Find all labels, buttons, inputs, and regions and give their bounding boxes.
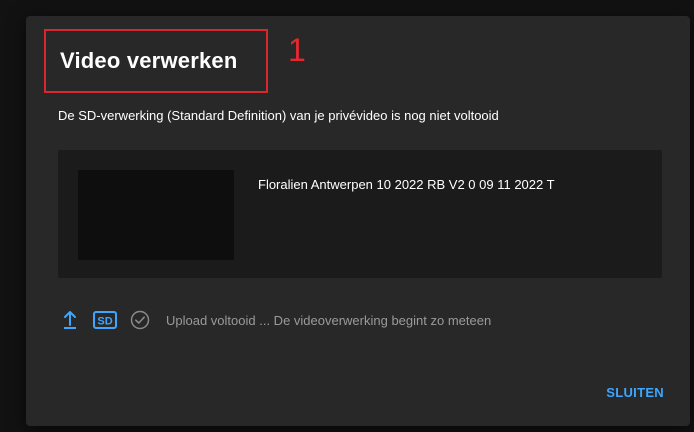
title-highlight-box: Video verwerken <box>44 29 268 93</box>
video-title: Floralien Antwerpen 10 2022 RB V2 0 09 1… <box>258 177 555 192</box>
sd-quality-icon: SD <box>93 311 117 329</box>
video-thumbnail <box>78 170 234 260</box>
processing-dialog: Video verwerken 1 De SD-verwerking (Stan… <box>26 16 690 426</box>
processing-message: De SD-verwerking (Standard Definition) v… <box>58 108 499 123</box>
annotation-number: 1 <box>288 32 306 68</box>
upload-status-text: Upload voltooid ... De videoverwerking b… <box>166 312 492 328</box>
close-button[interactable]: SLUITEN <box>606 385 664 400</box>
upload-icon <box>62 310 78 330</box>
dialog-title: Video verwerken <box>60 48 238 73</box>
status-row: SD Upload voltooid ... De videoverwerkin… <box>62 308 491 332</box>
check-circle-icon <box>130 310 150 330</box>
sd-badge-text: SD <box>97 316 112 328</box>
video-card: Floralien Antwerpen 10 2022 RB V2 0 09 1… <box>58 150 662 278</box>
